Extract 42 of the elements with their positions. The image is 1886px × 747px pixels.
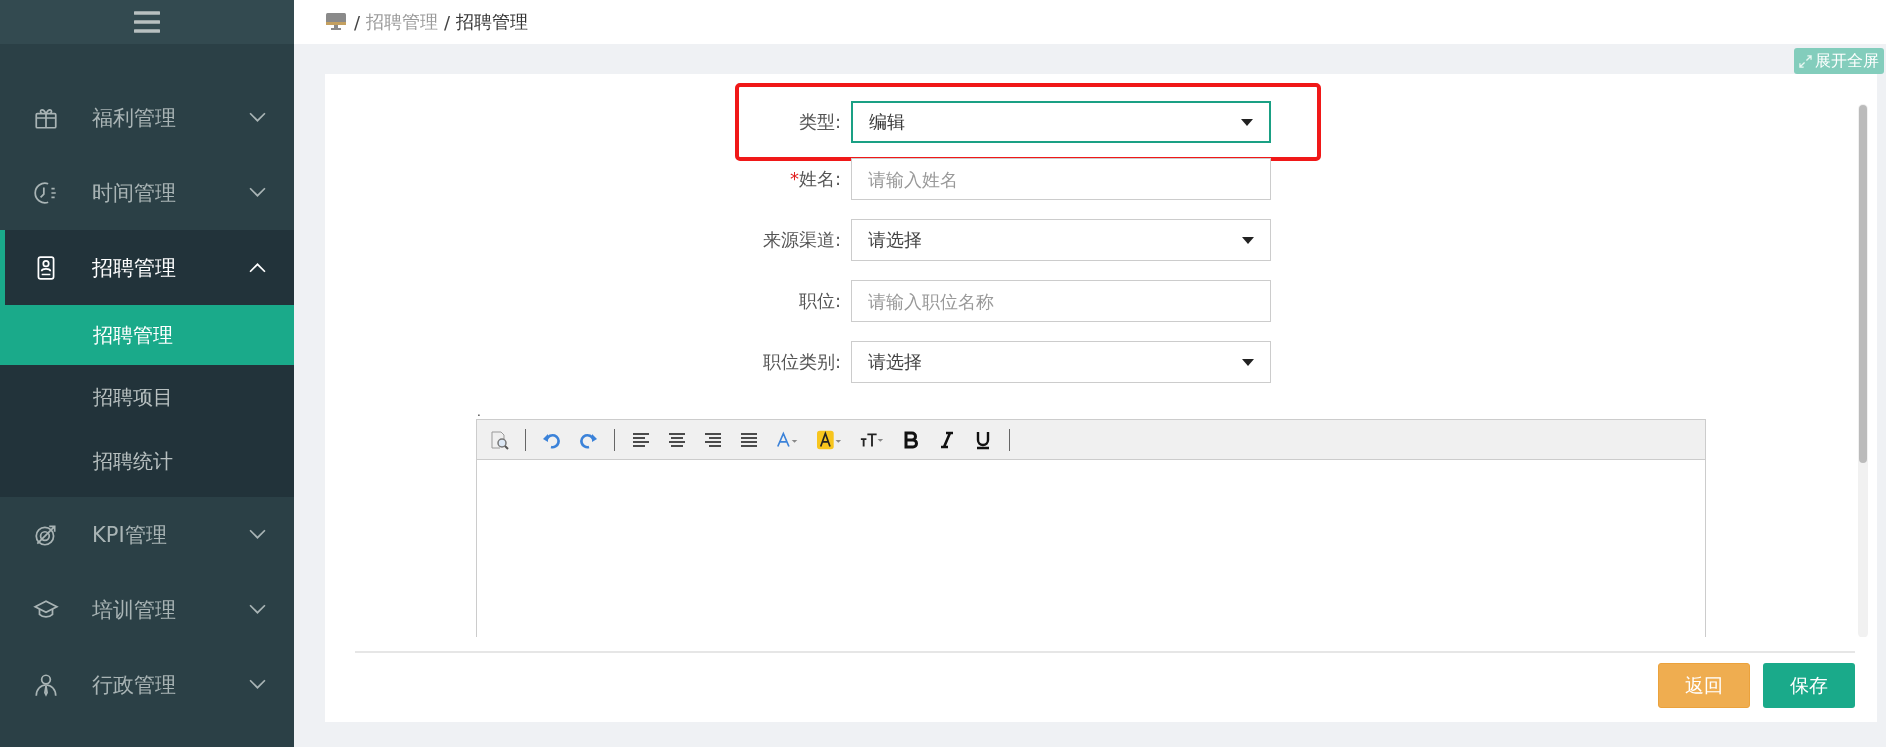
chevron-down-icon (249, 679, 266, 690)
chevron-down-icon (249, 604, 266, 615)
sidebar-subitem[interactable]: 招聘项目 (0, 365, 294, 429)
chevron-down-icon (249, 112, 266, 123)
sidebar-item[interactable]: 时间管理 (0, 155, 294, 230)
menu-icon[interactable] (134, 11, 160, 33)
monitor-icon[interactable] (326, 13, 346, 31)
expand-icon (1799, 54, 1812, 68)
field-label: 职位: (797, 289, 842, 313)
input-field[interactable]: 请输入姓名 (851, 158, 1271, 200)
caret-icon (1241, 118, 1253, 126)
field-label: 来源渠道: (761, 228, 842, 252)
sidebar-item[interactable]: 招聘管理 (0, 230, 294, 305)
sidebar-subitem[interactable]: 招聘统计 (0, 429, 294, 493)
chevron-down-icon (249, 529, 266, 540)
sidebar-item[interactable]: 福利管理 (0, 80, 294, 155)
sidebar-item[interactable]: 行政管理 (0, 647, 294, 722)
select-field[interactable]: 请选择 (851, 219, 1271, 261)
field-label: *姓名: (788, 167, 842, 191)
clock-icon (33, 179, 59, 206)
caret-icon (1242, 236, 1254, 244)
field-label: 职位类别: (761, 350, 842, 374)
chevron-down-icon (249, 187, 266, 198)
breadcrumb-current: 招聘管理 (456, 10, 529, 34)
input-field[interactable]: 请输入职位名称 (851, 280, 1271, 322)
select-field[interactable]: 请选择 (851, 341, 1271, 383)
caret-icon (1242, 358, 1254, 366)
highlight-color-icon[interactable] (817, 429, 843, 450)
breadcrumb-separator: / (354, 11, 361, 33)
sidebar-item[interactable]: KPI管理 (0, 497, 294, 572)
sidebar-item[interactable]: 培训管理 (0, 572, 294, 647)
scrollbar[interactable] (1858, 104, 1868, 637)
person-icon (33, 671, 59, 698)
breadcrumb-link[interactable]: 招聘管理 (366, 10, 439, 34)
sidebar-subitem[interactable]: 招聘管理 (0, 305, 294, 365)
save-button[interactable]: 保存 (1763, 663, 1855, 708)
select-field[interactable]: 编辑 (851, 101, 1271, 143)
breadcrumb-separator: / (444, 11, 451, 33)
editor-label: . (477, 407, 482, 417)
chevron-up-icon (249, 262, 266, 273)
field-label: 类型: (797, 110, 842, 134)
preview-icon[interactable] (489, 429, 509, 450)
